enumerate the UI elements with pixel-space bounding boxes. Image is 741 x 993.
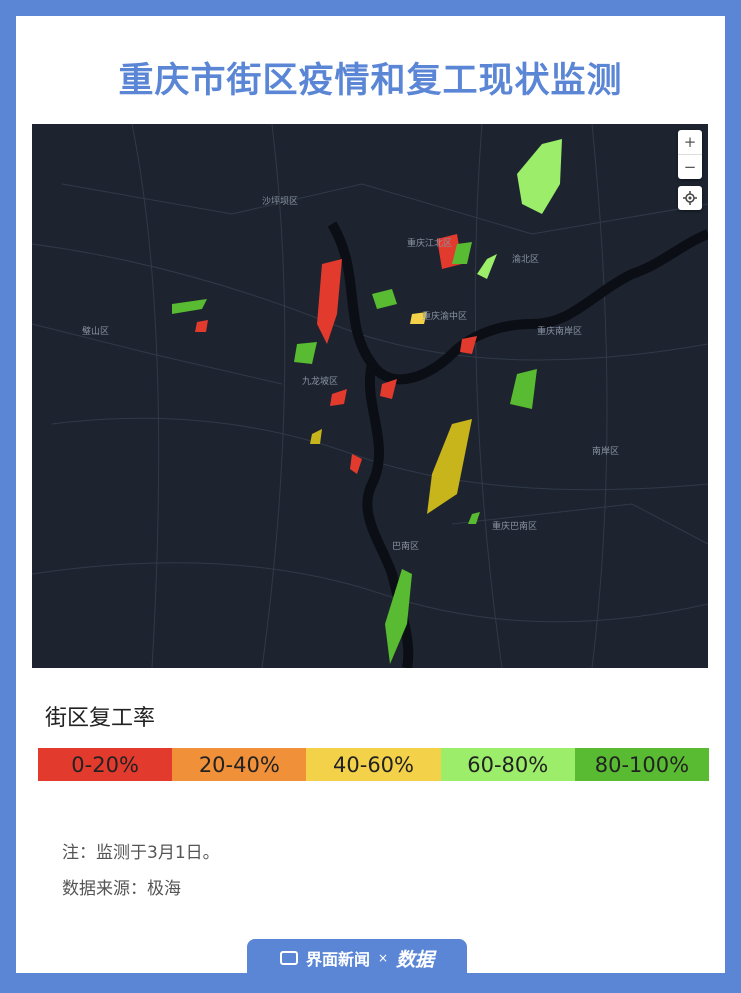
legend-title: 街区复工率: [45, 706, 156, 731]
place-label: 重庆渝中区: [422, 312, 468, 322]
legend-item: 20-40%: [172, 748, 307, 781]
source-note: 数据来源：极海: [62, 879, 181, 899]
locate-control: [678, 186, 702, 210]
jiemian-logo-icon: [279, 951, 298, 965]
place-label: 璧山区: [82, 327, 110, 337]
map-canvas: [32, 124, 708, 668]
place-label: 渝北区: [512, 255, 540, 265]
legend-item: 80-100%: [574, 748, 710, 781]
legend-item: 60-80%: [440, 748, 575, 781]
date-note: 注：监测于3月1日。: [62, 843, 220, 863]
place-label: 重庆巴南区: [492, 522, 538, 532]
legend-item: 40-60%: [306, 748, 441, 781]
place-label: 巴南区: [392, 542, 420, 552]
place-label: 沙坪坝区: [262, 197, 299, 207]
map-view[interactable]: 重庆江北区 重庆渝中区 渝北区 九龙坡区 巴南区 重庆南岸区 璧山区 沙坪坝区 …: [32, 124, 708, 668]
page-title: 重庆市街区疫情和复工现状监测: [118, 61, 623, 101]
legend-bar: 0-20% 20-40% 40-60% 60-80% 80-100%: [38, 748, 710, 781]
zoom-in-button[interactable]: +: [678, 130, 702, 154]
zoom-out-button[interactable]: −: [678, 154, 702, 179]
target-icon: [683, 191, 697, 205]
brand-label: 界面新闻: [305, 950, 370, 969]
separator: ×: [377, 951, 389, 965]
place-label: 重庆江北区: [407, 239, 453, 249]
zoom-control: + −: [678, 130, 702, 179]
legend-item: 0-20%: [38, 748, 173, 781]
place-label: 九龙坡区: [302, 377, 339, 387]
partner-label: 数据: [396, 948, 435, 971]
place-label: 南岸区: [592, 447, 620, 457]
locate-button[interactable]: [678, 186, 702, 210]
place-label: 重庆南岸区: [537, 327, 583, 337]
footer-brand: 界面新闻 × 数据: [247, 939, 467, 977]
